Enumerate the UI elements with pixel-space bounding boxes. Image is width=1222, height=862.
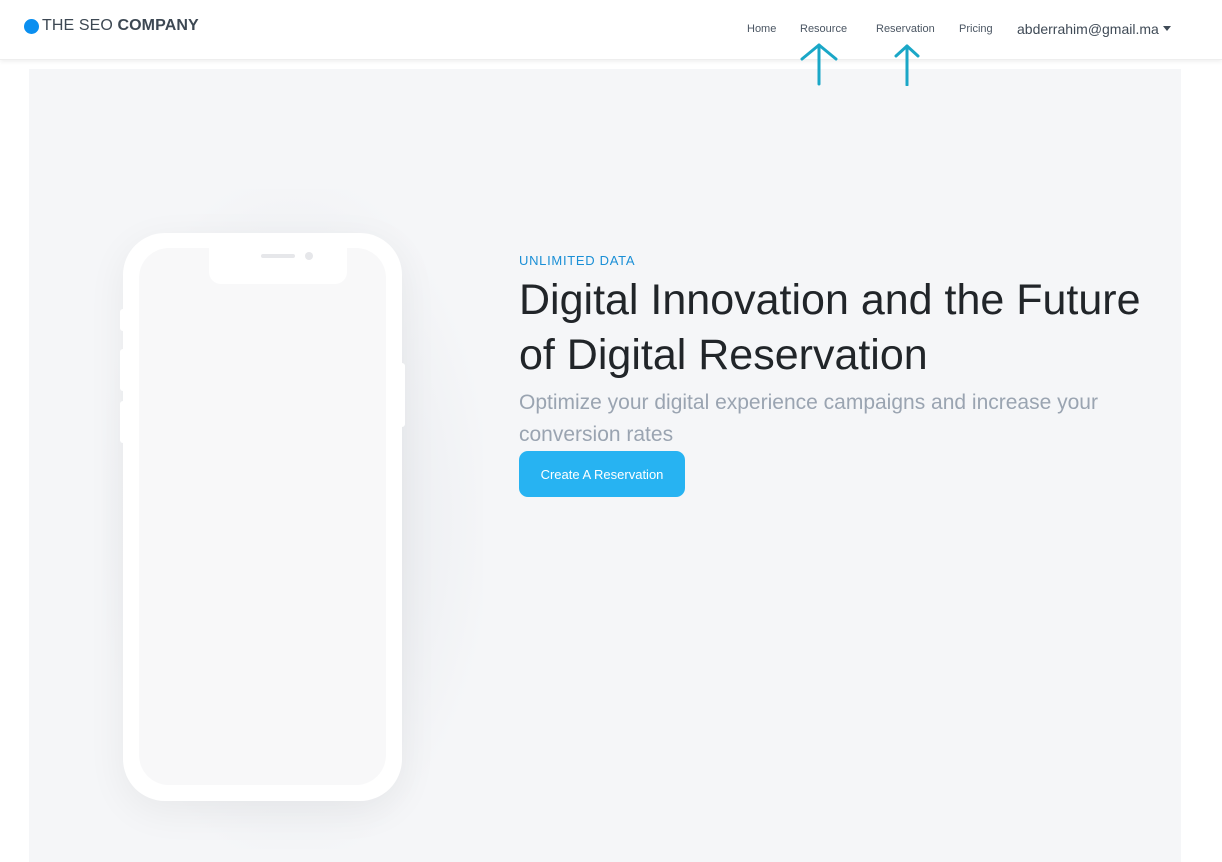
brand-name-light: THE SEO <box>42 17 113 34</box>
hero-headline-light: Digital Innovation and the <box>519 276 1017 324</box>
brand-dot-icon <box>24 18 39 34</box>
brand-logo[interactable]: THE SEO COMPANY <box>24 17 199 35</box>
phone-notch <box>209 248 347 284</box>
user-email: abderrahim@gmail.ma <box>1017 21 1159 37</box>
user-dropdown[interactable]: abderrahim@gmail.ma <box>1017 21 1171 37</box>
annotation-arrow-up-icon <box>894 44 920 86</box>
hero-headline: Digital Innovation and the Future of Dig… <box>519 273 1169 383</box>
brand-name: THE SEO COMPANY <box>42 17 199 35</box>
phone-screen <box>139 248 386 785</box>
hero-section: UNLIMITED DATA Digital Innovation and th… <box>29 69 1181 862</box>
hero-eyebrow: UNLIMITED DATA <box>519 253 636 268</box>
caret-down-icon <box>1162 25 1171 31</box>
phone-mockup <box>120 233 405 801</box>
phone-side-button <box>120 309 126 331</box>
phone-camera-icon <box>305 252 313 260</box>
phone-speaker <box>261 254 295 258</box>
phone-side-button <box>120 349 126 391</box>
brand-name-bold: COMPANY <box>117 17 199 34</box>
create-reservation-button[interactable]: Create A Reservation <box>519 451 685 497</box>
hero-subtext: Optimize your digital experience campaig… <box>519 391 1098 446</box>
nav-pricing-link[interactable]: Pricing <box>959 23 993 35</box>
annotation-arrow-up-icon <box>800 43 838 86</box>
nav-home-link[interactable]: Home <box>747 23 776 35</box>
phone-side-button <box>399 363 405 427</box>
top-navbar: THE SEO COMPANY Home Resource Reservatio… <box>0 0 1222 60</box>
phone-side-button <box>120 401 126 443</box>
nav-reservation-link[interactable]: Reservation <box>876 23 935 35</box>
nav-resource-link[interactable]: Resource <box>800 23 847 35</box>
